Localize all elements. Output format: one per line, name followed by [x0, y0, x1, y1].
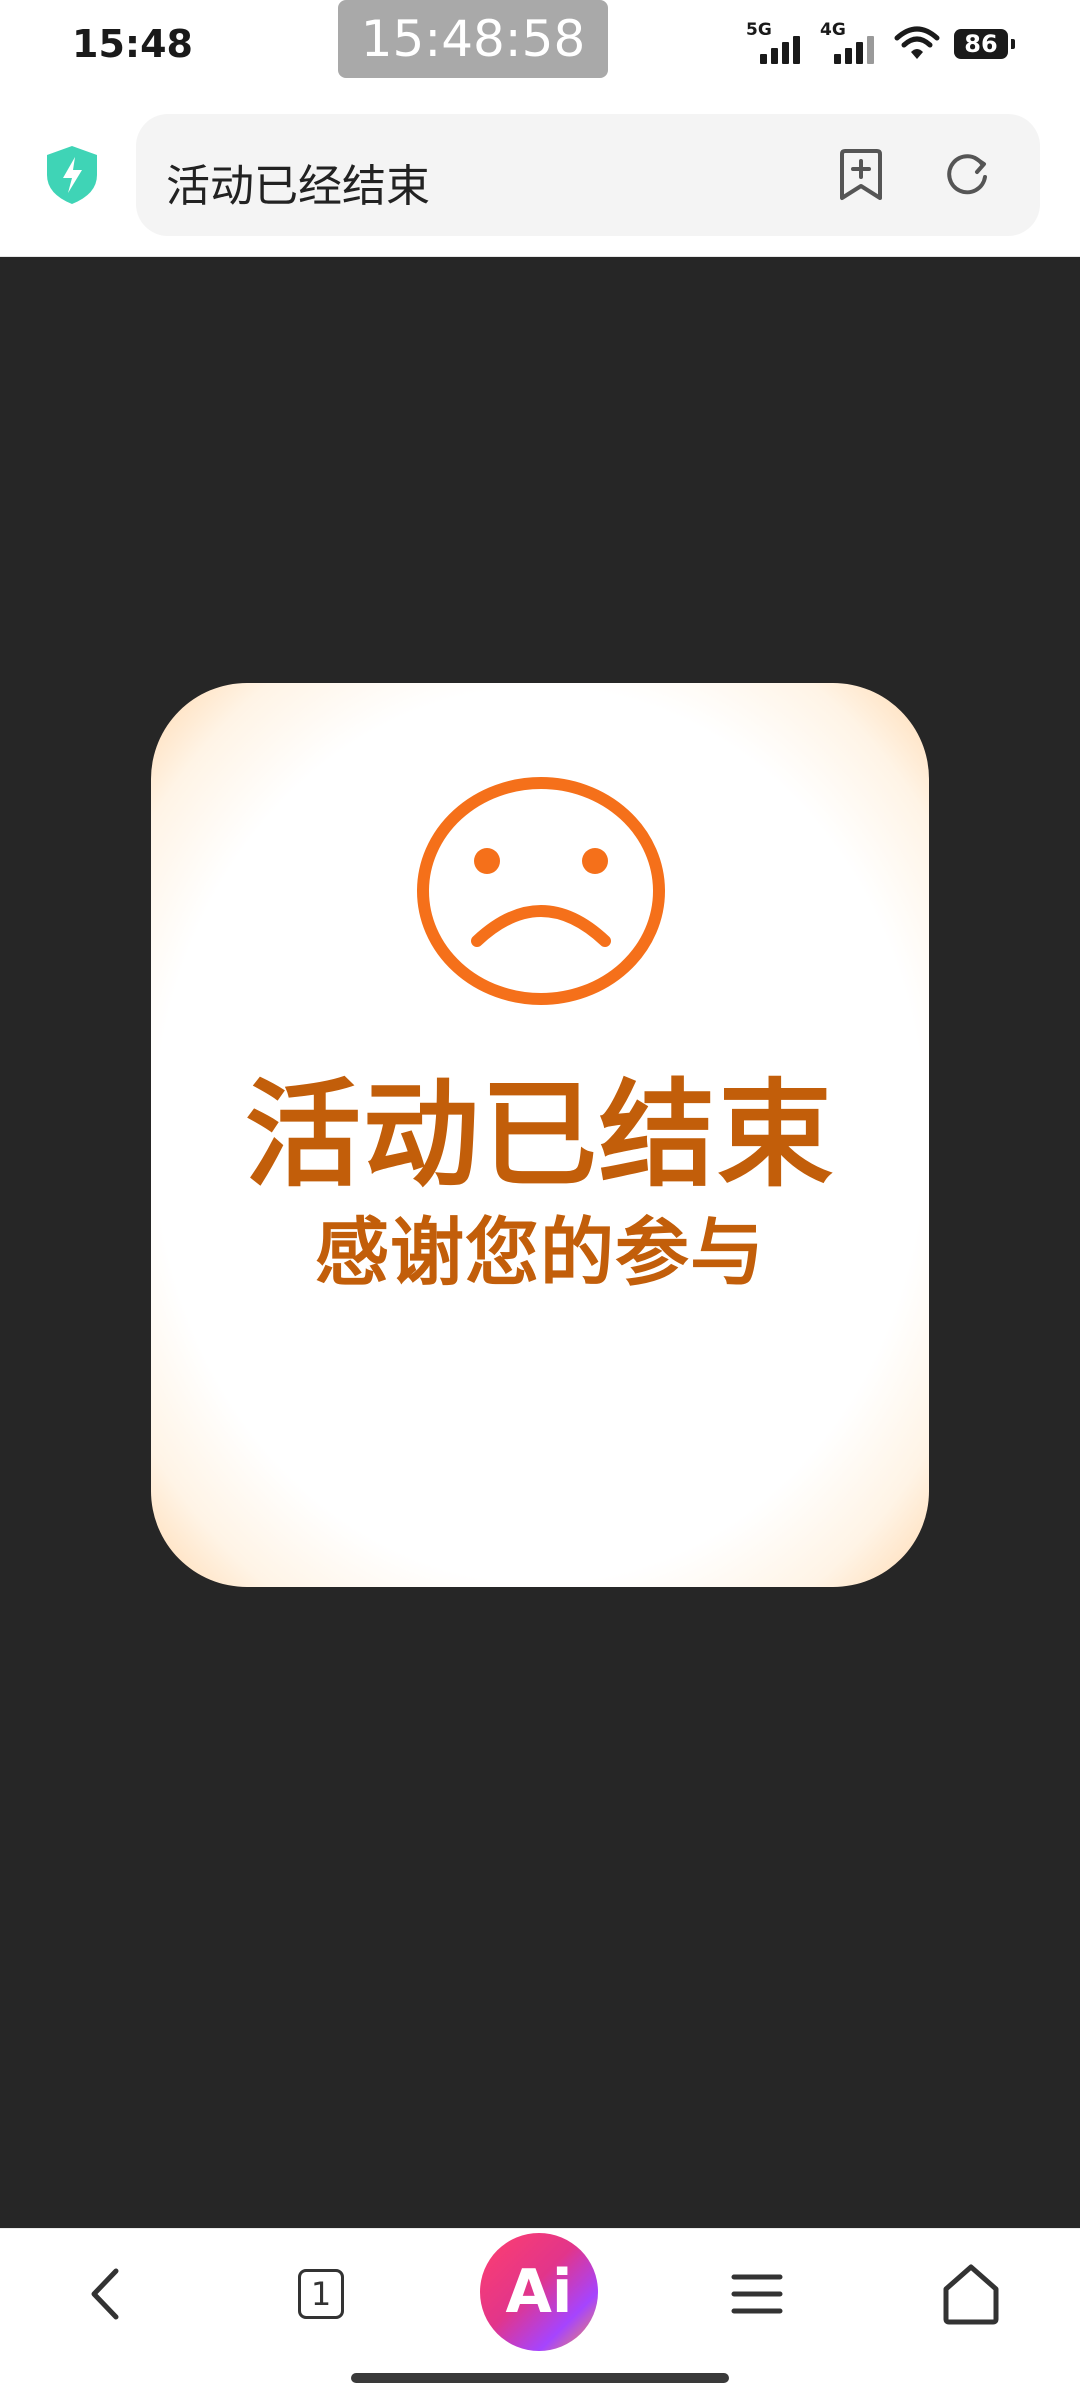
bookmark-add-icon[interactable] [836, 148, 886, 202]
clock-badge: 15:48:58 [338, 0, 608, 78]
refresh-icon[interactable] [942, 150, 992, 200]
status-icons: 5G 4G 86 [746, 20, 1015, 66]
tab-count: 1 [298, 2269, 344, 2319]
signal-5g-icon: 5G [746, 20, 806, 66]
menu-icon[interactable] [722, 2259, 792, 2329]
status-bar: 15:48 15:48:58 5G 4G 86 [0, 0, 1080, 104]
sad-face-icon [417, 777, 665, 1005]
back-icon[interactable] [72, 2259, 142, 2329]
status-time: 15:48 [72, 22, 193, 66]
wifi-icon [894, 26, 940, 59]
thanks-subtitle: 感谢您的参与 [315, 1210, 765, 1296]
tabs-button[interactable]: 1 [288, 2259, 358, 2329]
home-icon[interactable] [936, 2259, 1006, 2329]
address-bar[interactable]: 活动已经结束 [136, 114, 1040, 236]
ai-button[interactable]: Ai [480, 2233, 598, 2351]
home-indicator[interactable] [351, 2373, 729, 2383]
event-ended-card: 活动已结束 感谢您的参与 [151, 683, 929, 1587]
page-title: 活动已经结束 [166, 161, 430, 212]
address-area: 活动已经结束 [0, 104, 1080, 257]
page-content: 活动已结束 感谢您的参与 [0, 257, 1080, 2228]
event-ended-title: 活动已结束 [245, 1068, 835, 1203]
battery-icon: 86 [954, 29, 1015, 59]
bottom-toolbar: 1 Ai [0, 2228, 1080, 2400]
shield-bolt-icon[interactable] [44, 144, 100, 206]
signal-4g-icon: 4G [820, 20, 880, 66]
